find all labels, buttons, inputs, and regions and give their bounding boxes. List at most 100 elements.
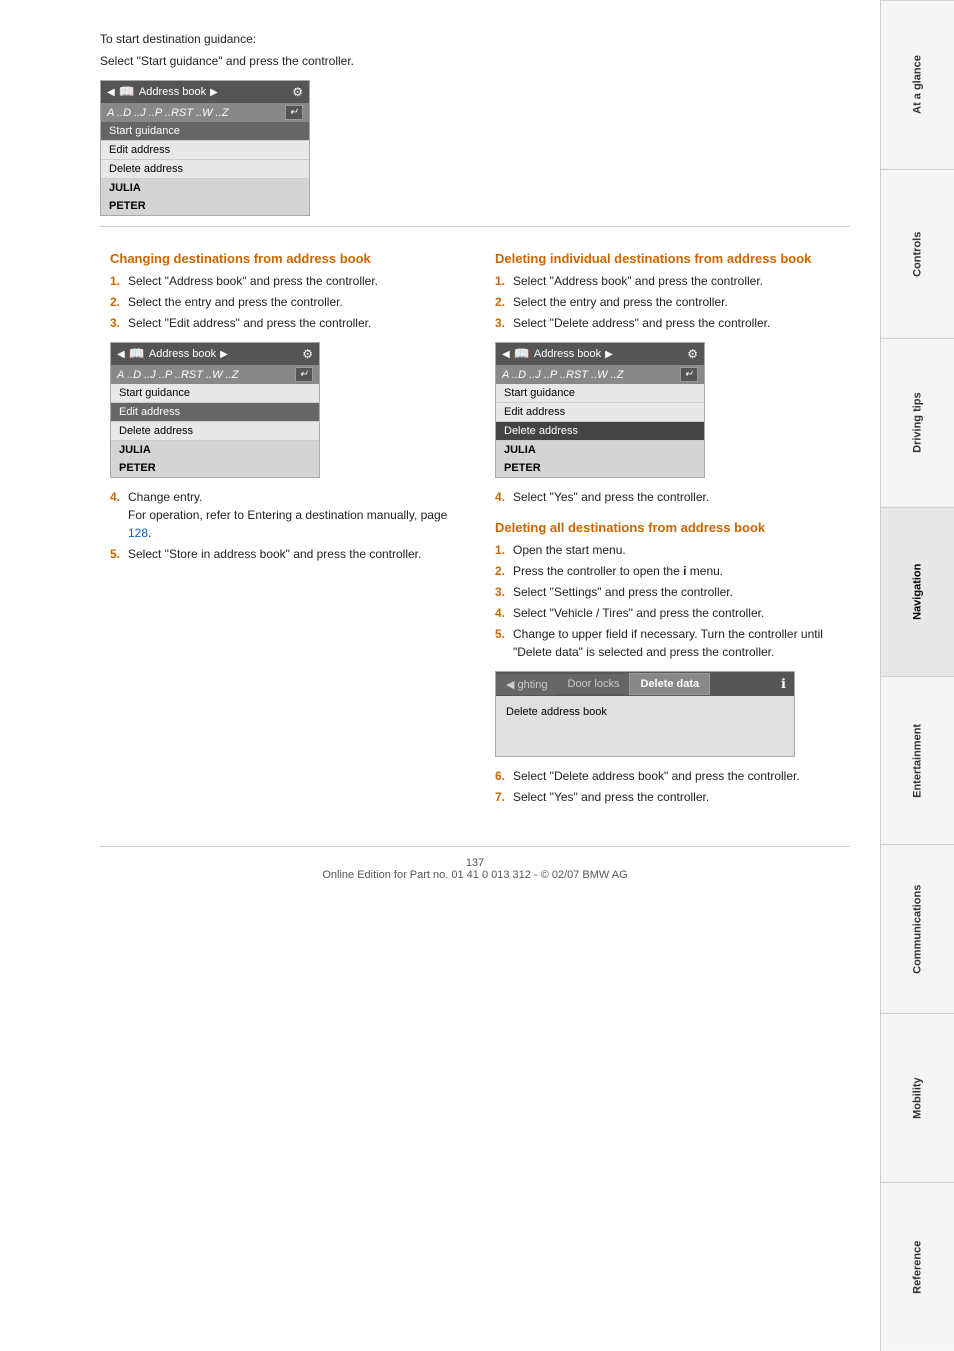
sidebar-tab-ataglance[interactable]: At a glance (881, 0, 954, 169)
ab-search-row-1: A ..D ..J ..P ..RST ..W ..Z ↵ (101, 103, 309, 122)
ab-item-start-2[interactable]: Start guidance (496, 384, 704, 403)
left-step-3: 3. Select "Edit address" and press the c… (110, 314, 455, 332)
left-step-1: 1. Select "Address book" and press the c… (110, 272, 455, 290)
footer-text: Online Edition for Part no. 01 41 0 013 … (322, 869, 627, 881)
right-step-4-text: Select "Yes" and press the controller. (513, 490, 709, 504)
left-step-5: 5. Select "Store in address book" and pr… (110, 545, 455, 563)
ab-search-text-3: A ..D ..J ..P ..RST ..W ..Z (117, 369, 238, 381)
page-number: 137 (466, 857, 484, 869)
ab-search-row-3: A ..D ..J ..P ..RST ..W ..Z ↵ (111, 365, 319, 384)
right-step2-3: 3. Select "Settings" and press the contr… (495, 583, 840, 601)
left-step-5-num: 5. (110, 545, 120, 563)
right-step2-3-text: Select "Settings" and press the controll… (513, 585, 733, 599)
divider-1 (100, 226, 850, 227)
ab-item-start-1[interactable]: Start guidance (101, 122, 309, 141)
ab-julia-1: JULIA (101, 179, 309, 197)
right-step-7-text: Select "Yes" and press the controller. (513, 790, 709, 804)
sidebar-tab-mobility[interactable]: Mobility (881, 1013, 954, 1182)
book-icon-3: 📖 (129, 346, 145, 362)
ab-julia-3: JULIA (111, 441, 319, 459)
right-step-4-num: 4. (495, 488, 505, 506)
sidebar-tab-navigation[interactable]: Navigation (881, 507, 954, 676)
right-step2-4-text: Select "Vehicle / Tires" and press the c… (513, 606, 764, 620)
intro-section: To start destination guidance: Select "S… (100, 30, 850, 70)
right-step2-2-text: Press the controller to open the i menu. (513, 564, 723, 578)
ab-header-1: ◀ 📖 Address book ▶ ⚙ (101, 81, 309, 103)
ab-title-3: Address book (149, 348, 216, 360)
main-content: To start destination guidance: Select "S… (0, 0, 880, 1351)
dw-tab-deletedata[interactable]: Delete data (629, 673, 710, 695)
ab-item-delete-2[interactable]: Delete address (496, 422, 704, 441)
sidebar-tab-reference[interactable]: Reference (881, 1182, 954, 1351)
ab-search-text-1: A ..D ..J ..P ..RST ..W ..Z (107, 107, 228, 119)
left-step-4-text: Change entry. For operation, refer to En… (128, 490, 447, 540)
right-step2-4-num: 4. (495, 604, 505, 622)
left-arrow-icon-3: ◀ (117, 349, 125, 360)
two-col-layout: Changing destinations from address book … (100, 237, 850, 816)
sidebar-tab-entertainment[interactable]: Entertainment (881, 676, 954, 845)
ab-enter-icon-3: ↵ (295, 367, 313, 382)
right-section2-title: Deleting all destinations from address b… (495, 520, 840, 535)
ab-enter-icon-2: ↵ (680, 367, 698, 382)
sidebar: At a glance Controls Driving tips Naviga… (880, 0, 954, 1351)
right-step-2: 2. Select the entry and press the contro… (495, 293, 840, 311)
ab-item-edit-1[interactable]: Edit address (101, 141, 309, 160)
page-footer: 137 Online Edition for Part no. 01 41 0 … (100, 846, 850, 881)
ab-julia-2: JULIA (496, 441, 704, 459)
right-column: Deleting individual destinations from ad… (485, 237, 850, 816)
intro-line1: To start destination guidance: (100, 30, 850, 48)
right-arrow-icon-2: ▶ (605, 349, 613, 360)
right-step2-4: 4. Select "Vehicle / Tires" and press th… (495, 604, 840, 622)
right-step2-3-num: 3. (495, 583, 505, 601)
left-step-4-num: 4. (110, 488, 120, 506)
left-step-3-text: Select "Edit address" and press the cont… (128, 316, 371, 330)
ab-item-delete-3[interactable]: Delete address (111, 422, 319, 441)
ab-header-2: ◀ 📖 Address book ▶ ⚙ (496, 343, 704, 365)
right-step-2-text: Select the entry and press the controlle… (513, 295, 728, 309)
left-steps-list-2: 4. Change entry. For operation, refer to… (110, 488, 455, 563)
ab-header-title-2: ◀ 📖 Address book ▶ (502, 346, 613, 362)
sidebar-tab-drivingtips[interactable]: Driving tips (881, 338, 954, 507)
left-steps-list: 1. Select "Address book" and press the c… (110, 272, 455, 332)
ab-peter-1: PETER (101, 197, 309, 215)
dw-header: ◀ ghting Door locks Delete data ℹ (496, 672, 794, 696)
ab-item-edit-2[interactable]: Edit address (496, 403, 704, 422)
left-step-3-num: 3. (110, 314, 120, 332)
ab-item-start-3[interactable]: Start guidance (111, 384, 319, 403)
right-step2-1-text: Open the start menu. (513, 543, 626, 557)
right-step-6-num: 6. (495, 767, 505, 785)
delete-data-widget: ◀ ghting Door locks Delete data ℹ Delete… (495, 671, 795, 757)
dw-tab-lighting[interactable]: ◀ ghting (496, 674, 558, 695)
ab-peter-3: PETER (111, 459, 319, 477)
ab-item-edit-3[interactable]: Edit address (111, 403, 319, 422)
left-step-5-text: Select "Store in address book" and press… (128, 547, 421, 561)
dw-tab-doorlocks[interactable]: Door locks (558, 674, 630, 694)
right-step-1-text: Select "Address book" and press the cont… (513, 274, 763, 288)
right-steps-list: 1. Select "Address book" and press the c… (495, 272, 840, 332)
book-icon-2: 📖 (514, 346, 530, 362)
right-section-title: Deleting individual destinations from ad… (495, 251, 840, 266)
sidebar-tab-communications[interactable]: Communications (881, 844, 954, 1013)
ab-header-title-1: ◀ 📖 Address book ▶ (107, 84, 218, 100)
right-step2-5-num: 5. (495, 625, 505, 643)
left-arrow-icon-2: ◀ (502, 349, 510, 360)
sidebar-tab-controls[interactable]: Controls (881, 169, 954, 338)
left-step-1-num: 1. (110, 272, 120, 290)
left-column: Changing destinations from address book … (100, 237, 465, 816)
ab-header-title-3: ◀ 📖 Address book ▶ (117, 346, 228, 362)
dw-delete-address-book[interactable]: Delete address book (506, 704, 784, 720)
ab-search-text-2: A ..D ..J ..P ..RST ..W ..Z (502, 369, 623, 381)
address-book-widget-1: ◀ 📖 Address book ▶ ⚙ A ..D ..J ..P ..RST… (100, 80, 310, 216)
right-steps-final: 6. Select "Delete address book" and pres… (495, 767, 840, 806)
dw-settings-icon: ℹ (773, 672, 794, 696)
right-step-6: 6. Select "Delete address book" and pres… (495, 767, 840, 785)
ab-header-3: ◀ 📖 Address book ▶ ⚙ (111, 343, 319, 365)
right-step-3-num: 3. (495, 314, 505, 332)
ab-item-delete-1[interactable]: Delete address (101, 160, 309, 179)
link-128[interactable]: 128 (128, 526, 148, 540)
ab-peter-2: PETER (496, 459, 704, 477)
right-arrow-icon-3: ▶ (220, 349, 228, 360)
left-step-2-text: Select the entry and press the controlle… (128, 295, 343, 309)
settings-icon-2: ⚙ (687, 347, 698, 361)
ab-search-row-2: A ..D ..J ..P ..RST ..W ..Z ↵ (496, 365, 704, 384)
